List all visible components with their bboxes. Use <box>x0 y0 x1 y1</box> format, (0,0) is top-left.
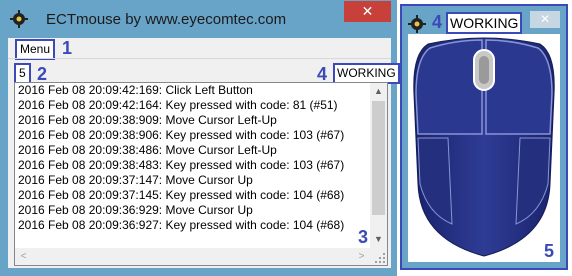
annotation-4-mouse: 4 <box>432 12 443 32</box>
log-line: 2016 Feb 08 20:09:38:909: Move Cursor Le… <box>18 113 277 127</box>
status-label: WORKING <box>333 63 400 84</box>
mouse-window: 4 WORKING ✕ 5 <box>400 4 568 270</box>
right-arrow-icon[interactable]: > <box>353 248 370 265</box>
left-arrow-icon[interactable]: < <box>15 248 32 265</box>
mouse-status-label: WORKING <box>446 12 523 34</box>
log-lines: 2016 Feb 08 20:09:42:169: Click Left But… <box>18 83 368 233</box>
vertical-scrollbar[interactable]: ▲ ▼ <box>370 83 387 248</box>
scroll-thumb[interactable] <box>372 101 385 215</box>
title-bar[interactable]: ECTmouse by www.eyecomtec.com ✕ <box>0 0 397 38</box>
log-line: 2016 Feb 08 20:09:42:169: Click Left But… <box>18 83 253 97</box>
mouse-pane: 5 <box>408 34 560 262</box>
menu-bar: Menu 1 <box>8 38 391 60</box>
mouse-close-button[interactable]: ✕ <box>530 11 560 28</box>
log-line: 2016 Feb 08 20:09:37:147: Move Cursor Up <box>18 173 253 187</box>
menu-divider <box>8 58 391 59</box>
counter-box: 5 <box>14 63 31 84</box>
main-window: ECTmouse by www.eyecomtec.com ✕ Menu 1 5… <box>0 0 400 276</box>
annotation-4: 4 <box>317 64 328 84</box>
left-grip <box>417 137 453 225</box>
annotation-1: 1 <box>62 38 73 58</box>
log-list[interactable]: 2016 Feb 08 20:09:42:169: Click Left But… <box>14 82 388 266</box>
resize-grip-icon[interactable] <box>370 248 387 265</box>
up-arrow-icon[interactable]: ▲ <box>370 83 387 100</box>
mouse-icon <box>413 37 555 257</box>
log-line: 2016 Feb 08 20:09:38:486: Move Cursor Le… <box>18 143 277 157</box>
log-line: 2016 Feb 08 20:09:38:483: Key pressed wi… <box>18 158 345 172</box>
window-title: ECTmouse by www.eyecomtec.com <box>46 11 287 28</box>
log-line: 2016 Feb 08 20:09:38:906: Key pressed wi… <box>18 128 345 142</box>
annotation-3: 3 <box>358 227 369 247</box>
annotation-2: 2 <box>37 64 48 84</box>
log-line: 2016 Feb 08 20:09:42:164: Key pressed wi… <box>18 98 338 112</box>
log-line: 2016 Feb 08 20:09:37:145: Key pressed wi… <box>18 188 345 202</box>
client-area: Menu 1 5 2 4 WORKING 2016 Feb 08 20:09:4… <box>8 38 400 268</box>
log-line: 2016 Feb 08 20:09:36:927: Key pressed wi… <box>18 218 345 232</box>
annotation-5: 5 <box>544 241 555 261</box>
right-grip <box>515 137 551 225</box>
right-button <box>485 39 553 135</box>
gear-icon <box>10 10 28 28</box>
gear-icon <box>408 15 426 33</box>
log-line: 2016 Feb 08 20:09:36:929: Move Cursor Up <box>18 203 253 217</box>
down-arrow-icon[interactable]: ▼ <box>370 231 387 248</box>
left-button <box>415 39 483 135</box>
menu-item-menu[interactable]: Menu <box>15 39 56 60</box>
close-button[interactable]: ✕ <box>344 1 391 22</box>
horizontal-scrollbar[interactable]: < > <box>15 248 370 265</box>
